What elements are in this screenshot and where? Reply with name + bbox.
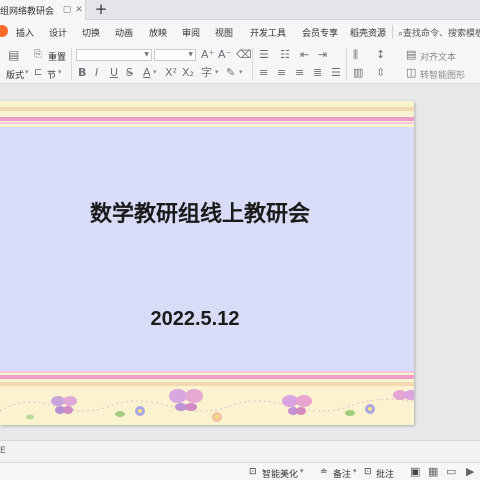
document-tab[interactable]: 组网络教研会 ▢ ✕	[0, 0, 86, 20]
column-icon[interactable]: ▥	[353, 67, 363, 79]
tab-close-icon[interactable]: ✕	[74, 5, 84, 15]
butterfly-icon	[393, 390, 414, 400]
menu-design[interactable]: 设计	[49, 26, 67, 39]
italic-icon[interactable]: I	[95, 67, 98, 79]
section-icon: ⊏	[34, 67, 43, 78]
layout-dropdown-icon[interactable]: ▾	[25, 68, 29, 76]
smart-art-icon: ◫	[406, 66, 417, 79]
section-button[interactable]: 节	[47, 68, 56, 81]
underline-icon[interactable]: U	[110, 67, 118, 79]
app-logo-icon[interactable]	[0, 25, 8, 37]
text-effect-icon[interactable]: 字	[201, 67, 212, 79]
reset-icon: ⎘	[34, 49, 42, 60]
decorative-border-art	[0, 389, 414, 422]
butterfly-icon	[169, 389, 203, 411]
ribbon-divider	[252, 48, 253, 80]
font-name-select[interactable]: ▼	[76, 49, 152, 61]
align-right-icon[interactable]: ≡	[295, 67, 304, 79]
font-color-icon[interactable]: A	[143, 67, 151, 79]
decrease-indent-icon[interactable]: ⇤	[300, 49, 309, 61]
ribbon-divider	[346, 48, 347, 80]
status-bar: ⊡ 智能美化 ▾ ≐ 备注 ▾ ⊡ 批注 ▣ ▦ ▭ ▶	[0, 462, 480, 480]
butterfly-icon	[282, 395, 312, 415]
menu-bar: 插入 设计 切换 动画 放映 审阅 视图 开发工具 会员专享 稻壳资源 ⌕查找命…	[0, 20, 480, 44]
increase-indent-icon[interactable]: ⇥	[318, 49, 327, 61]
menu-docer-resources[interactable]: 稻壳资源	[350, 26, 386, 39]
flower-icon	[135, 406, 145, 416]
smart-beautify-icon: ⊡	[249, 467, 257, 477]
font-name-dropdown-icon: ▼	[144, 51, 149, 58]
justify-icon[interactable]: ≣	[313, 67, 322, 79]
notes-pane[interactable]: E	[0, 440, 480, 462]
notes-icon: ≐	[320, 467, 328, 477]
flower-icon	[365, 404, 375, 414]
text-effect-dropdown-icon[interactable]: ▾	[215, 68, 219, 76]
document-tab-title: 组网络教研会	[0, 7, 55, 17]
highlight-dropdown-icon[interactable]: ▾	[239, 68, 243, 76]
menu-insert[interactable]: 插入	[16, 26, 34, 39]
paragraph-spacing-icon[interactable]: ⇳	[376, 67, 385, 79]
slideshow-view-icon[interactable]: ▶	[466, 465, 474, 478]
section-dropdown-icon[interactable]: ▾	[58, 68, 62, 76]
menu-divider	[392, 25, 393, 39]
slide-sorter-view-icon[interactable]: ▦	[428, 465, 438, 478]
align-left-icon[interactable]: ≡	[259, 67, 268, 79]
font-size-select[interactable]: ▼	[154, 49, 196, 61]
slide-title[interactable]: 数学教研组线上教研会	[0, 196, 400, 228]
clear-format-icon[interactable]: ⌫	[236, 49, 252, 61]
menu-developer[interactable]: 开发工具	[250, 26, 286, 39]
normal-view-icon[interactable]: ▣	[410, 465, 420, 478]
align-text-icon: ▤	[406, 48, 417, 61]
command-search[interactable]: ⌕查找命令、搜索模板	[398, 26, 480, 39]
font-color-dropdown-icon[interactable]: ▾	[153, 68, 157, 76]
smart-beautify-button[interactable]: 智能美化	[262, 467, 298, 480]
distribute-icon[interactable]: ☰	[331, 67, 341, 79]
menu-transition[interactable]: 切换	[82, 26, 100, 39]
bullet-list-icon[interactable]: ☰	[259, 49, 269, 61]
comments-icon: ⊡	[364, 467, 372, 477]
menu-review[interactable]: 审阅	[182, 26, 200, 39]
tab-restore-icon[interactable]: ▢	[62, 5, 72, 15]
layout-button[interactable]: 版式	[6, 68, 24, 81]
new-tab-button[interactable]: +	[94, 1, 108, 17]
slide[interactable]	[0, 101, 414, 425]
title-tab-strip: 组网络教研会 ▢ ✕ +	[0, 0, 480, 20]
slide-thumbnail-icon[interactable]: ▤	[8, 49, 19, 61]
reading-view-icon[interactable]: ▭	[446, 465, 456, 478]
line-spacing-icon[interactable]: ↕	[376, 49, 385, 61]
notes-text: E	[0, 446, 6, 456]
highlight-icon[interactable]: ✎	[226, 67, 235, 79]
comments-button[interactable]: 批注	[376, 467, 394, 480]
menu-member[interactable]: 会员专享	[302, 26, 338, 39]
strikethrough-icon[interactable]: S̶	[126, 67, 133, 79]
text-direction-icon[interactable]: ⫼	[353, 49, 358, 61]
menu-animation[interactable]: 动画	[115, 26, 133, 39]
numbered-list-icon[interactable]: ☷	[280, 49, 290, 61]
align-text-button[interactable]: 对齐文本	[420, 50, 456, 63]
reset-button[interactable]: 重置	[48, 50, 66, 63]
subscript-icon[interactable]: X₂	[182, 67, 194, 79]
flower-icon	[212, 412, 222, 422]
superscript-icon[interactable]: X²	[165, 67, 177, 79]
smart-art-button[interactable]: 转智能图形	[420, 68, 465, 81]
ribbon-toolbar: ▤ ⎘ 重置 版式 ▾ ⊏ 节 ▾ ▼ ▼ A⁺ A⁻ ⌫ B I U S̶ A…	[0, 44, 480, 84]
ribbon-divider	[71, 48, 72, 80]
menu-slideshow[interactable]: 放映	[149, 26, 167, 39]
notes-button[interactable]: 备注	[333, 467, 351, 480]
font-size-dropdown-icon: ▼	[188, 51, 193, 58]
notes-dropdown-icon[interactable]: ▾	[353, 467, 357, 475]
increase-font-icon[interactable]: A⁺	[201, 49, 214, 61]
decrease-font-icon[interactable]: A⁻	[218, 49, 231, 61]
bold-icon[interactable]: B	[78, 67, 86, 79]
menu-view[interactable]: 视图	[215, 26, 233, 39]
smart-beautify-dropdown-icon[interactable]: ▾	[300, 467, 304, 475]
align-center-icon[interactable]: ≡	[277, 67, 286, 79]
butterfly-icon	[51, 396, 77, 414]
command-search-text: 查找命令、搜索模板	[403, 29, 480, 39]
slide-date[interactable]: 2022.5.12	[0, 308, 390, 331]
